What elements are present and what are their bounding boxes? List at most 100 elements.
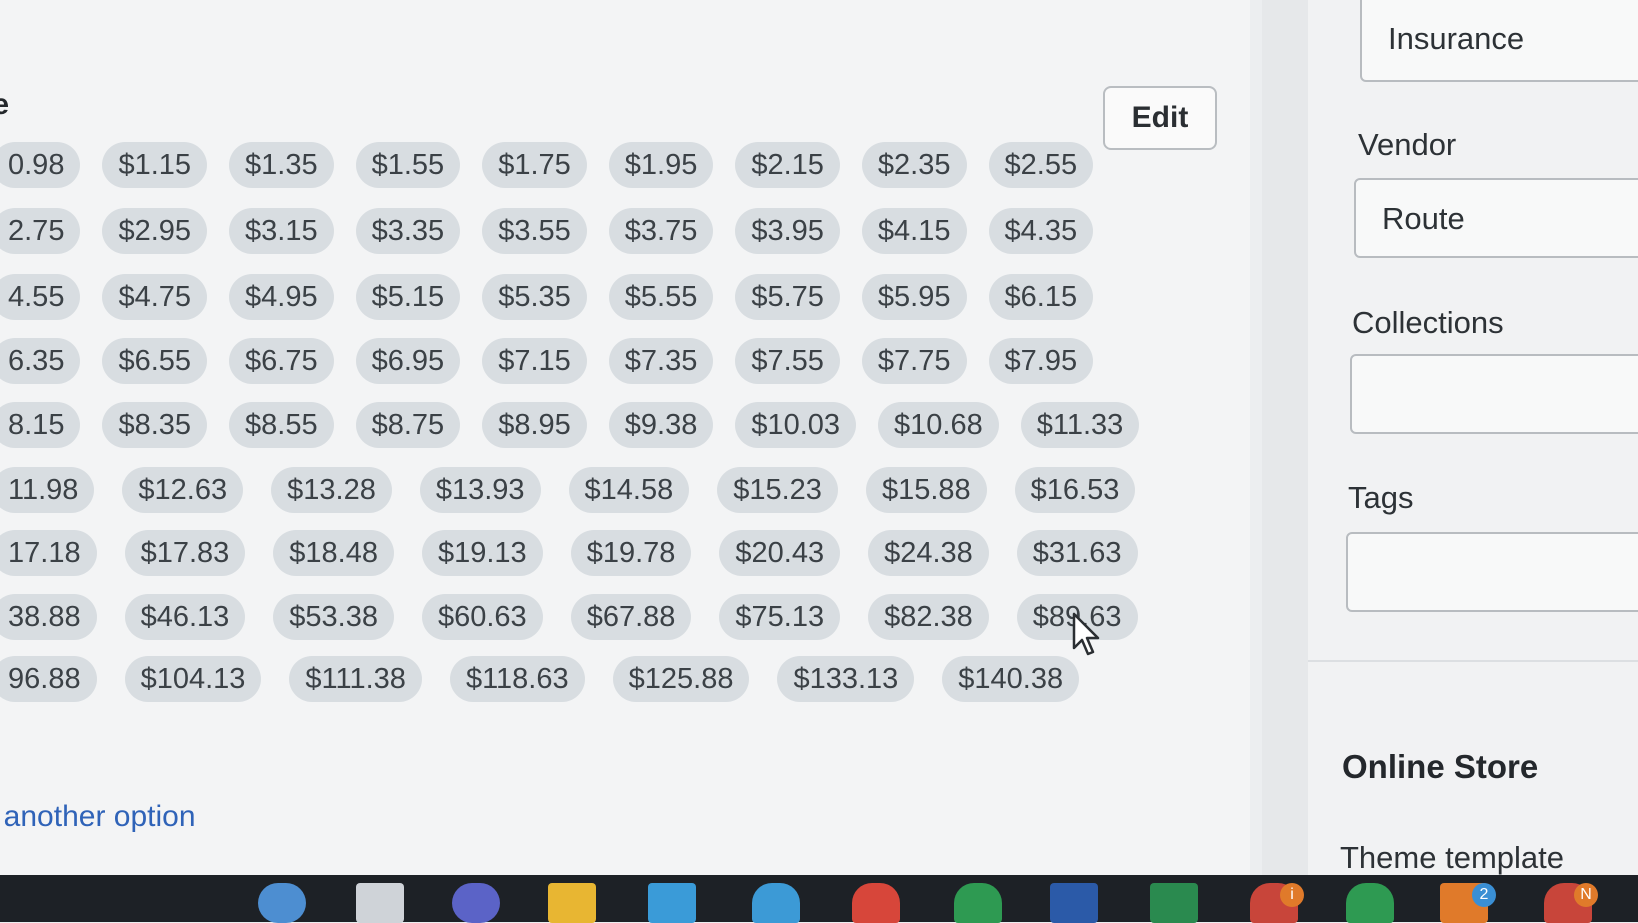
price-chip[interactable]: $4.95	[229, 274, 334, 320]
word-icon[interactable]	[1050, 883, 1098, 923]
chip-row: 17.18 $17.83 $18.48 $19.13 $19.78 $20.43 $24.3…	[0, 530, 1166, 576]
price-chip[interactable]: $3.15	[229, 208, 334, 254]
chip-row: 2.75 $2.95 $3.15 $3.35 $3.55 $3.75 $3.95 $4.15 $…	[0, 208, 1115, 254]
folder-icon[interactable]	[548, 883, 596, 923]
price-chip[interactable]: $6.95	[355, 338, 461, 384]
price-chip[interactable]: $15.23	[717, 467, 838, 513]
price-chip[interactable]: $1.55	[355, 142, 461, 188]
chip-row: 4.55 $4.75 $4.95 $5.15 $5.35 $5.55 $5.75 $5.95 $…	[0, 274, 1115, 320]
price-chip[interactable]: $7.95	[988, 338, 1094, 384]
edge-icon[interactable]	[752, 883, 800, 923]
price-chip[interactable]: $104.13	[124, 656, 262, 702]
price-chip[interactable]: 11.98	[0, 467, 95, 513]
price-chip[interactable]: $16.53	[1014, 467, 1136, 513]
price-chip[interactable]: $75.13	[719, 594, 841, 640]
price-chip[interactable]: 0.98	[0, 142, 81, 188]
globe-icon[interactable]	[258, 883, 306, 923]
price-chip[interactable]: $6.75	[229, 338, 334, 384]
price-chip[interactable]: $6.55	[102, 338, 208, 384]
price-chip[interactable]: $12.63	[122, 467, 244, 513]
price-chip[interactable]: 2.75	[0, 208, 81, 254]
price-chip[interactable]: $8.95	[482, 402, 587, 448]
price-chip[interactable]: $3.75	[608, 208, 714, 254]
price-chip[interactable]: $125.88	[612, 656, 750, 702]
price-chip[interactable]: $5.75	[735, 274, 840, 320]
price-chip[interactable]: $1.35	[229, 142, 334, 188]
price-chip[interactable]: $19.78	[570, 530, 692, 576]
price-chip[interactable]: $3.55	[482, 208, 587, 254]
price-chip[interactable]: $2.95	[102, 208, 208, 254]
price-chip[interactable]: $1.15	[102, 142, 208, 188]
notification-badge: N	[1574, 883, 1598, 907]
price-chip[interactable]: $67.88	[570, 594, 692, 640]
price-chip[interactable]: $111.38	[289, 656, 422, 702]
product-type-field[interactable]: Insurance	[1360, 0, 1638, 82]
price-chip[interactable]: 8.15	[0, 402, 81, 448]
price-chip[interactable]: $118.63	[449, 656, 585, 702]
price-chip[interactable]: $14.58	[568, 467, 690, 513]
collections-field[interactable]	[1350, 354, 1638, 434]
price-chip[interactable]: $60.63	[421, 594, 543, 640]
tags-field[interactable]	[1346, 532, 1638, 612]
add-another-option-link[interactable]: ld another option	[0, 800, 196, 834]
main-panel: le Edit 0.98 $1.15 $1.35 $1.55 $1.75 $1.95 $2.…	[0, 0, 1250, 875]
price-chip[interactable]: $133.13	[777, 656, 915, 702]
chip-row: 8.15 $8.35 $8.55 $8.75 $8.95 $9.38 $10.03 $10.6…	[0, 402, 1161, 448]
price-chip[interactable]: $4.35	[988, 208, 1094, 254]
price-chip[interactable]: $53.38	[273, 594, 394, 640]
price-chip[interactable]: $4.75	[102, 274, 208, 320]
price-chip[interactable]: $11.33	[1020, 402, 1140, 448]
price-chip[interactable]: $20.43	[719, 530, 841, 576]
theme-template-label: Theme template	[1340, 840, 1564, 875]
price-chip[interactable]: $7.15	[482, 338, 587, 384]
price-chip[interactable]: $5.55	[608, 274, 714, 320]
price-chip[interactable]: 17.18	[0, 530, 97, 576]
vendor-field[interactable]: Route	[1354, 178, 1638, 258]
price-chip[interactable]: $13.93	[419, 467, 541, 513]
price-chip[interactable]: $8.55	[229, 402, 334, 448]
browser-icon[interactable]	[452, 883, 500, 923]
price-chip[interactable]: $8.35	[102, 402, 208, 448]
price-chip[interactable]: $46.13	[124, 594, 246, 640]
price-chip[interactable]: $3.95	[735, 208, 840, 254]
price-chip[interactable]: $13.28	[271, 467, 392, 513]
price-chip[interactable]: 96.88	[0, 656, 97, 702]
price-chip[interactable]: $24.38	[868, 530, 989, 576]
price-chip[interactable]: $2.15	[735, 142, 840, 188]
monitor-icon[interactable]	[356, 883, 404, 923]
price-chip[interactable]: $5.35	[482, 274, 587, 320]
app-icon[interactable]	[954, 883, 1002, 923]
price-chip[interactable]: $15.88	[865, 467, 987, 513]
price-chip[interactable]: $82.38	[868, 594, 989, 640]
price-chip[interactable]: 38.88	[0, 594, 97, 640]
price-chip[interactable]: $19.13	[421, 530, 543, 576]
price-chip[interactable]: $10.68	[878, 402, 999, 448]
price-chip[interactable]: $6.15	[988, 274, 1094, 320]
price-chip[interactable]: $10.03	[735, 402, 857, 448]
price-chip[interactable]: $140.38	[942, 656, 1080, 702]
price-chip[interactable]: $3.35	[355, 208, 461, 254]
excel-icon[interactable]	[1150, 883, 1198, 923]
store-icon[interactable]	[648, 883, 696, 923]
price-chip[interactable]: $5.15	[355, 274, 461, 320]
price-chip[interactable]: $2.35	[861, 142, 967, 188]
price-chip[interactable]: $18.48	[273, 530, 394, 576]
price-chip[interactable]: 4.55	[0, 274, 81, 320]
price-chip[interactable]: $1.75	[482, 142, 587, 188]
price-chip[interactable]: $2.55	[988, 142, 1094, 188]
edit-button[interactable]: Edit	[1103, 86, 1217, 150]
chrome-icon[interactable]	[852, 883, 900, 923]
price-chip[interactable]: $7.75	[861, 338, 967, 384]
app-icon-2[interactable]	[1346, 883, 1394, 923]
price-chip[interactable]: 6.35	[0, 338, 81, 384]
price-chip[interactable]: $4.15	[861, 208, 967, 254]
price-chip[interactable]: $7.35	[608, 338, 714, 384]
price-chip[interactable]: $1.95	[608, 142, 714, 188]
price-chip[interactable]: $17.83	[124, 530, 246, 576]
price-chip[interactable]: $5.95	[861, 274, 967, 320]
price-chip[interactable]: $8.75	[355, 402, 461, 448]
price-chip[interactable]: $9.38	[608, 402, 714, 448]
price-chip[interactable]: $7.55	[735, 338, 840, 384]
price-chip[interactable]: $31.63	[1016, 530, 1138, 576]
taskbar: i 2 N	[0, 875, 1638, 923]
